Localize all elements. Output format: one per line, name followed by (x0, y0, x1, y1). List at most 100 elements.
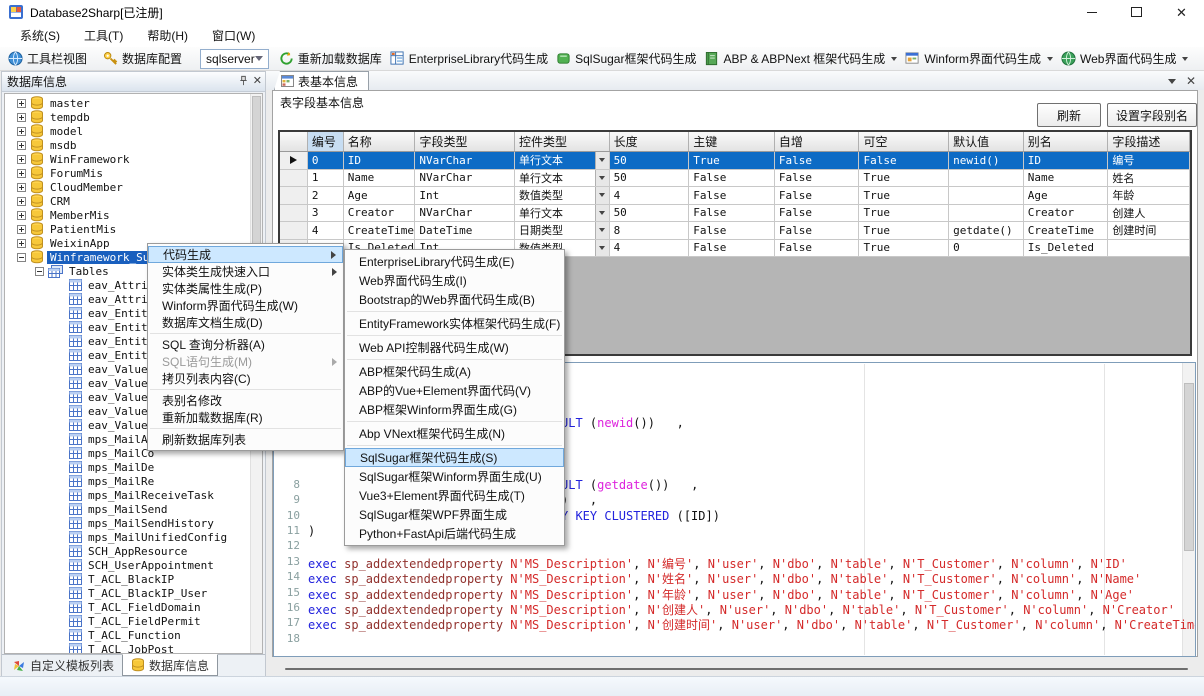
control-type-dropdown-button[interactable] (595, 152, 609, 169)
cell-可空[interactable]: True (859, 205, 949, 222)
maximize-button[interactable] (1114, 0, 1159, 24)
cell-编号[interactable]: 4 (308, 222, 344, 239)
table-row[interactable]: 0IDNVarChar单行文本50TrueFalseFalsenewid()ID… (280, 152, 1190, 170)
cell-字段描述[interactable]: 姓名 (1108, 170, 1190, 187)
submenu-item-Bootstrap的Web界面代码生成(B)[interactable]: Bootstrap的Web界面代码生成(B) (345, 290, 564, 309)
dropdown-arrow-icon[interactable] (891, 57, 897, 61)
row-selector-cell[interactable] (280, 152, 308, 169)
column-header-默认值[interactable]: 默认值 (949, 132, 1024, 151)
tree-item-WinFramework[interactable]: WinFramework (5, 152, 250, 166)
tree-item-CRM[interactable]: CRM (5, 194, 250, 208)
cell-字段描述[interactable]: 编号 (1108, 152, 1190, 169)
submenu-item-ABP框架代码生成(A)[interactable]: ABP框架代码生成(A) (345, 362, 564, 381)
cell-长度[interactable]: 4 (610, 187, 690, 204)
row-selector-cell[interactable] (280, 222, 308, 239)
cell-编号[interactable]: 2 (308, 187, 344, 204)
tree-item-mps_MailDe[interactable]: mps_MailDe (5, 460, 250, 474)
cell-名称[interactable]: Age (344, 187, 416, 204)
cell-字段类型[interactable]: NVarChar (415, 205, 515, 222)
cell-自增[interactable]: False (775, 187, 860, 204)
cell-可空[interactable]: True (859, 240, 949, 257)
cell-长度[interactable]: 8 (610, 222, 690, 239)
cell-默认值[interactable] (949, 205, 1024, 222)
cell-长度[interactable]: 4 (610, 240, 690, 257)
cell-编号[interactable]: 0 (308, 152, 344, 169)
tree-item-mps_MailUnifiedConfig[interactable]: mps_MailUnifiedConfig (5, 530, 250, 544)
submenu-item-SqlSugar框架代码生成(S)[interactable]: SqlSugar框架代码生成(S) (345, 448, 564, 467)
column-header-名称[interactable]: 名称 (344, 132, 416, 151)
context-menu-item-刷新数据库列表[interactable]: 刷新数据库列表 (148, 431, 343, 448)
cell-默认值[interactable]: getdate() (949, 222, 1024, 239)
dropdown-arrow-icon[interactable] (1182, 57, 1188, 61)
cell-可空[interactable]: True (859, 170, 949, 187)
cell-长度[interactable]: 50 (610, 205, 690, 222)
tree-item-MemberMis[interactable]: MemberMis (5, 208, 250, 222)
tree-item-T_ACL_FieldPermit[interactable]: T_ACL_FieldPermit (5, 614, 250, 628)
tree-item-T_ACL_FieldDomain[interactable]: T_ACL_FieldDomain (5, 600, 250, 614)
column-header-selector[interactable] (280, 132, 308, 151)
cell-名称[interactable]: CreateTime (344, 222, 416, 239)
cell-编号[interactable]: 1 (308, 170, 344, 187)
column-header-控件类型[interactable]: 控件类型 (515, 132, 610, 151)
submenu-item-Web API控制器代码生成(W)[interactable]: Web API控制器代码生成(W) (345, 338, 564, 357)
table-row[interactable]: 2AgeInt数值类型4FalseFalseTrueAge年龄 (280, 187, 1190, 205)
cell-别名[interactable]: CreateTime (1024, 222, 1109, 239)
column-header-字段类型[interactable]: 字段类型 (415, 132, 515, 151)
context-menu-item-数据库文档生成(D)[interactable]: 数据库文档生成(D) (148, 314, 343, 331)
column-header-字段描述[interactable]: 字段描述 (1108, 132, 1190, 151)
cell-字段类型[interactable]: Int (415, 187, 515, 204)
cell-字段描述[interactable] (1108, 240, 1190, 257)
control-type-dropdown-button[interactable] (595, 205, 609, 222)
cell-自增[interactable]: False (775, 152, 860, 169)
control-type-dropdown-button[interactable] (595, 170, 609, 187)
close-button[interactable]: ✕ (1159, 0, 1204, 24)
tree-item-CloudMember[interactable]: CloudMember (5, 180, 250, 194)
cell-主键[interactable]: False (689, 170, 775, 187)
cell-别名[interactable]: Age (1024, 187, 1109, 204)
tree-item-T_ACL_BlackIP[interactable]: T_ACL_BlackIP (5, 572, 250, 586)
cell-字段描述[interactable]: 创建时间 (1108, 222, 1190, 239)
cell-可空[interactable]: True (859, 187, 949, 204)
column-header-可空[interactable]: 可空 (859, 132, 949, 151)
cell-别名[interactable]: Name (1024, 170, 1109, 187)
cell-名称[interactable]: Creator (344, 205, 416, 222)
cell-自增[interactable]: False (775, 170, 860, 187)
column-header-主键[interactable]: 主键 (689, 132, 775, 151)
dropdown-arrow-icon[interactable] (1047, 57, 1053, 61)
dock-tab-数据库信息[interactable]: 数据库信息 (122, 654, 218, 676)
menubar-item-3[interactable]: 窗口(W) (202, 24, 269, 47)
tree-item-mps_MailSend[interactable]: mps_MailSend (5, 502, 250, 516)
row-selector-cell[interactable] (280, 205, 308, 222)
cell-别名[interactable]: Creator (1024, 205, 1109, 222)
editor-scrollbar[interactable] (1182, 363, 1195, 656)
cell-编号[interactable]: 3 (308, 205, 344, 222)
tree-item-PatientMis[interactable]: PatientMis (5, 222, 250, 236)
context-menu-item-表别名修改[interactable]: 表别名修改 (148, 392, 343, 409)
database-type-combobox[interactable]: sqlserver (200, 49, 269, 69)
cell-可空[interactable]: False (859, 152, 949, 169)
tab-close-icon[interactable]: ✕ (1186, 74, 1196, 88)
tree-item-mps_MailRe[interactable]: mps_MailRe (5, 474, 250, 488)
cell-字段类型[interactable]: NVarChar (415, 170, 515, 187)
toolbar-button-Winform界面代码生成[interactable]: Winform界面代码生成 (901, 48, 1057, 69)
cell-主键[interactable]: False (689, 222, 775, 239)
context-menu-item-拷贝列表内容(C)[interactable]: 拷贝列表内容(C) (148, 370, 343, 387)
tree-item-tempdb[interactable]: tempdb (5, 110, 250, 124)
table-row[interactable]: 4CreateTimeDateTime日期类型8FalseFalseTruege… (280, 222, 1190, 240)
context-menu-item-实体类生成快速入口[interactable]: 实体类生成快速入口 (148, 263, 343, 280)
editor-scrollbar-thumb[interactable] (1184, 383, 1194, 551)
row-selector-cell[interactable] (280, 187, 308, 204)
toolbar-button-Web界面代码生成[interactable]: Web界面代码生成 (1057, 48, 1192, 69)
cell-主键[interactable]: False (689, 205, 775, 222)
cell-自增[interactable]: False (775, 240, 860, 257)
tree-item-mps_MailReceiveTask[interactable]: mps_MailReceiveTask (5, 488, 250, 502)
table-row[interactable]: 1NameNVarChar单行文本50FalseFalseTrueName姓名 (280, 170, 1190, 188)
tree-item-SCH_AppResource[interactable]: SCH_AppResource (5, 544, 250, 558)
tree-item-msdb[interactable]: msdb (5, 138, 250, 152)
menubar-item-1[interactable]: 工具(T) (74, 24, 137, 47)
cell-控件类型[interactable]: 单行文本 (515, 152, 610, 169)
cell-控件类型[interactable]: 日期类型 (515, 222, 610, 239)
cell-自增[interactable]: False (775, 222, 860, 239)
menubar-item-0[interactable]: 系统(S) (10, 24, 74, 47)
table-row[interactable]: 3CreatorNVarChar单行文本50FalseFalseTrueCrea… (280, 205, 1190, 223)
